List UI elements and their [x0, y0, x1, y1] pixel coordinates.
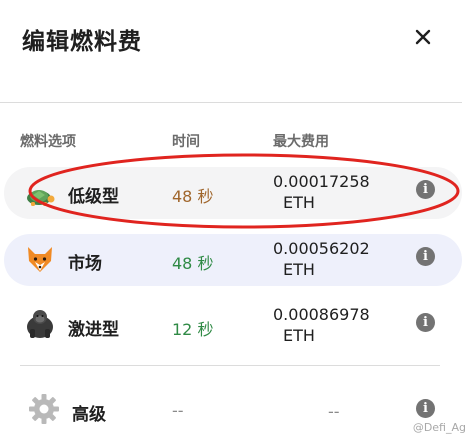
fee-unit: ETH [283, 260, 315, 279]
option-fee: 0.00086978 ETH [273, 304, 370, 346]
section-divider [20, 365, 440, 366]
option-time: 12 秒 [172, 320, 214, 339]
column-header-time: 时间 [172, 134, 200, 150]
gas-option-low[interactable]: 低级型 48 秒 0.00017258 ETH i [4, 167, 462, 219]
option-time: 48 秒 [172, 254, 214, 273]
header: 编辑燃料费 [0, 0, 474, 104]
option-fee: 0.00017258 ETH [273, 171, 370, 213]
watermark: @Defi_Ag [412, 421, 466, 434]
option-label: 低级型 [68, 187, 119, 207]
option-time: -- [172, 401, 184, 420]
fee-unit: ETH [283, 326, 315, 345]
gorilla-icon [24, 307, 56, 339]
option-label: 市场 [68, 254, 102, 274]
column-header-max-fee: 最大费用 [273, 134, 329, 150]
fee-unit: ETH [283, 193, 315, 212]
fee-value: 0.00056202 [273, 239, 370, 258]
info-icon[interactable]: i [416, 313, 435, 332]
turtle-icon [24, 179, 56, 211]
gas-option-market[interactable]: 市场 48 秒 0.00056202 ETH i [4, 234, 462, 286]
gas-option-advanced[interactable]: 高级 -- -- i [4, 383, 462, 436]
info-icon[interactable]: i [416, 399, 435, 418]
header-divider [0, 102, 462, 103]
fox-icon [24, 243, 56, 275]
gas-option-aggressive[interactable]: 激进型 12 秒 0.00086978 ETH i [4, 297, 462, 350]
option-fee: -- [328, 402, 340, 421]
option-fee: 0.00056202 ETH [273, 238, 370, 280]
close-icon [415, 29, 431, 45]
page-title: 编辑燃料费 [22, 29, 142, 55]
column-header-option: 燃料选项 [20, 134, 76, 150]
info-icon[interactable]: i [416, 180, 435, 199]
fee-value: 0.00017258 [273, 172, 370, 191]
option-time: 48 秒 [172, 187, 214, 206]
info-icon[interactable]: i [416, 247, 435, 266]
option-label: 高级 [72, 405, 106, 425]
fee-value: 0.00086978 [273, 305, 370, 324]
close-button[interactable] [410, 24, 436, 50]
option-label: 激进型 [68, 320, 119, 340]
gear-icon [28, 393, 60, 425]
